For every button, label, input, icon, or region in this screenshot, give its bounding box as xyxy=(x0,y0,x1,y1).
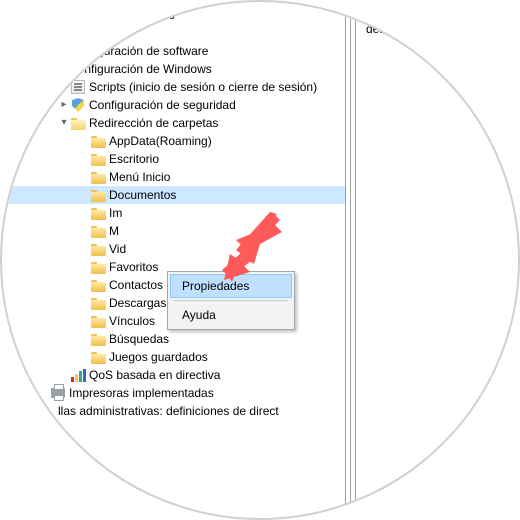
tree-pane: n de usuario vas ▸ Configuración de soft… xyxy=(2,2,346,520)
pane-splitter[interactable] xyxy=(350,2,356,520)
tree-item-label: Favoritos xyxy=(109,258,162,276)
context-menu: Propiedades Ayuda xyxy=(167,271,295,330)
tree-item-label: AppData(Roaming) xyxy=(109,132,216,150)
details-text: descripc xyxy=(366,22,514,36)
folder-icon xyxy=(90,313,106,329)
tree-item-label: Scripts (inicio de sesión o cierre de se… xyxy=(89,78,321,96)
tree-item-label: n de usuario xyxy=(109,6,179,24)
tree-item-label: Contactos xyxy=(109,276,167,294)
tree-item-label: Vid xyxy=(109,240,130,258)
details-text: Se xyxy=(366,8,514,22)
folder-open-icon xyxy=(50,61,66,77)
tree-item-imagenes[interactable]: Im xyxy=(2,204,345,222)
tree-view[interactable]: n de usuario vas ▸ Configuración de soft… xyxy=(2,2,345,420)
tree-item-juegos[interactable]: Juegos guardados xyxy=(2,348,345,366)
folder-icon xyxy=(90,7,106,23)
folder-icon xyxy=(50,43,66,59)
tree-item-label: Escritorio xyxy=(109,150,163,168)
tree-item-label: Búsquedas xyxy=(109,330,173,348)
tree-item[interactable]: vas xyxy=(2,24,345,42)
tree-item-label: Im xyxy=(109,204,126,222)
tree-item-seguridad[interactable]: ▸ Configuración de seguridad xyxy=(2,96,345,114)
menu-item-ayuda[interactable]: Ayuda xyxy=(170,303,292,327)
tree-item-musica[interactable]: M xyxy=(2,222,345,240)
tree-item-label: Configuración de seguridad xyxy=(89,96,240,114)
tree-item-label: Menú Inicio xyxy=(109,168,174,186)
tree-item-appdata[interactable]: AppData(Roaming) xyxy=(2,132,345,150)
folder-icon xyxy=(72,25,88,41)
folder-icon xyxy=(90,241,106,257)
tree-item-config-windows[interactable]: ▾ Configuración de Windows xyxy=(2,60,345,78)
tree-item-label: Documentos xyxy=(109,186,180,204)
folder-icon xyxy=(90,169,106,185)
tree-item-plantillas[interactable]: llas administrativas: definiciones de di… xyxy=(2,402,345,420)
tree-item[interactable]: n de usuario xyxy=(2,6,345,24)
tree-item-label: Impresoras implementadas xyxy=(69,384,218,402)
tree-item-label: M xyxy=(109,222,123,240)
printer-icon xyxy=(50,385,66,401)
tree-item-label: vas xyxy=(91,24,114,42)
tree-item-scripts[interactable]: Scripts (inicio de sesión o cierre de se… xyxy=(2,78,345,96)
tree-item-label: llas administrativas: definiciones de di… xyxy=(58,402,283,420)
tree-item-config-software[interactable]: ▸ Configuración de software xyxy=(2,42,345,60)
collapse-icon[interactable]: ▾ xyxy=(58,114,70,132)
shield-icon xyxy=(70,97,86,113)
menu-item-label: Propiedades xyxy=(182,279,249,293)
tree-item-impresoras[interactable]: Impresoras implementadas xyxy=(2,384,345,402)
tree-item-videos[interactable]: Vid xyxy=(2,240,345,258)
menu-item-label: Ayuda xyxy=(182,308,216,322)
folder-icon xyxy=(90,259,106,275)
folder-icon xyxy=(90,223,106,239)
tree-item-label: QoS basada en directiva xyxy=(89,366,224,384)
script-icon xyxy=(70,79,86,95)
folder-icon xyxy=(90,133,106,149)
folder-icon xyxy=(90,295,106,311)
tree-item-label: Configuración de Windows xyxy=(69,60,216,78)
expand-icon[interactable]: ▸ xyxy=(58,96,70,114)
qos-bars-icon xyxy=(70,367,86,383)
menu-item-propiedades[interactable]: Propiedades xyxy=(170,274,292,298)
tree-item-redireccion[interactable]: ▾ Redirección de carpetas xyxy=(2,114,345,132)
collapse-icon[interactable]: ▾ xyxy=(38,60,50,78)
folder-icon xyxy=(90,331,106,347)
folder-icon xyxy=(90,277,106,293)
tree-item-escritorio[interactable]: Escritorio xyxy=(2,150,345,168)
folder-icon xyxy=(90,349,106,365)
menu-separator xyxy=(174,300,288,301)
folder-icon xyxy=(90,151,106,167)
tree-item-menu-inicio[interactable]: Menú Inicio xyxy=(2,168,345,186)
folder-icon xyxy=(90,187,106,203)
tree-item-label: Juegos guardados xyxy=(109,348,212,366)
folder-open-icon xyxy=(70,115,86,131)
tree-item-label: Vínculos xyxy=(109,312,159,330)
circular-mask: n de usuario vas ▸ Configuración de soft… xyxy=(0,0,520,520)
expand-icon[interactable]: ▸ xyxy=(38,42,50,60)
tree-item-label: Configuración de software xyxy=(69,42,212,60)
folder-icon xyxy=(90,205,106,221)
tree-item-label: Redirección de carpetas xyxy=(89,114,222,132)
tree-item-label: Descargas xyxy=(109,294,170,312)
tree-item-documentos[interactable]: Documentos xyxy=(2,186,345,204)
details-pane: Se descripc xyxy=(358,2,520,520)
tree-item-qos[interactable]: QoS basada en directiva xyxy=(2,366,345,384)
tree-item-busquedas[interactable]: Búsquedas xyxy=(2,330,345,348)
